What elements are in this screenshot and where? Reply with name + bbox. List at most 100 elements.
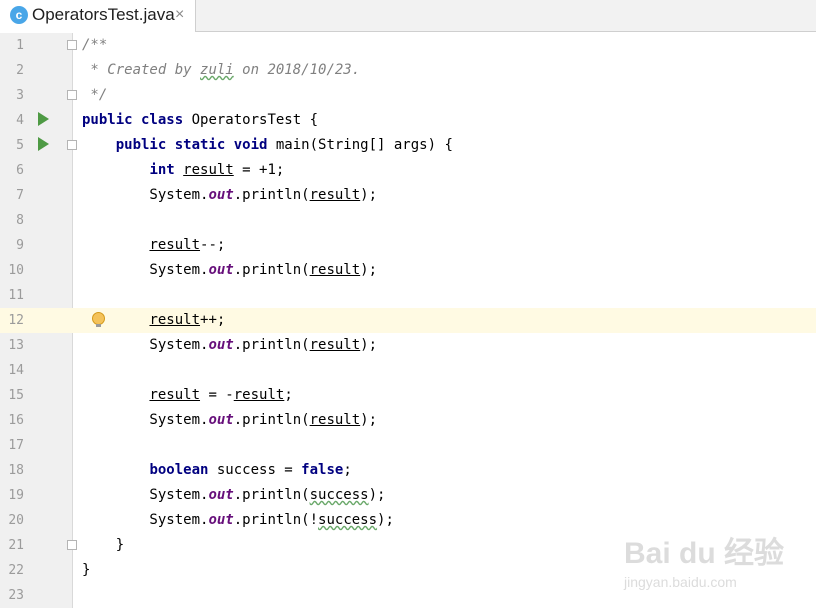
code-text: } (82, 533, 124, 558)
code-token: --; (200, 237, 226, 253)
code-line[interactable]: 9 result--; (0, 233, 816, 258)
code-line[interactable]: 1 /** (0, 33, 816, 58)
code-token: result (309, 187, 361, 203)
code-line[interactable]: 2 * Created by zuli on 2018/10/23. (0, 58, 816, 83)
fold-marker-icon[interactable] (67, 540, 77, 550)
code-text: System.out.println(success); (82, 483, 385, 508)
code-line[interactable]: 6 int result = +1; (0, 158, 816, 183)
code-token: ); (360, 412, 378, 428)
code-line[interactable]: 8 (0, 208, 816, 233)
code-token: public static void (115, 137, 268, 153)
code-token: ; (284, 387, 293, 403)
code-line[interactable]: 13 System.out.println(result); (0, 333, 816, 358)
code-token: result (149, 237, 201, 253)
code-token: out (208, 412, 234, 428)
run-gutter-icon[interactable] (38, 112, 49, 126)
code-token: OperatorsTest { (183, 112, 319, 128)
code-text: System.out.println(result); (82, 408, 377, 433)
tab-operators-test[interactable]: c OperatorsTest.java × (0, 0, 196, 32)
code-line[interactable]: 17 (0, 433, 816, 458)
line-number: 3 (16, 88, 24, 103)
class-icon: c (10, 6, 28, 24)
line-number: 4 (16, 113, 24, 128)
code-line[interactable]: 15 result = -result; (0, 383, 816, 408)
code-token: System. (82, 412, 209, 428)
code-token: int (149, 162, 175, 178)
line-number: 14 (8, 363, 24, 378)
code-token: false (301, 462, 344, 478)
fold-marker-icon[interactable] (67, 40, 77, 50)
code-text: System.out.println(result); (82, 258, 377, 283)
line-number: 21 (8, 538, 24, 553)
code-line[interactable]: 11 (0, 283, 816, 308)
code-token: ); (360, 187, 378, 203)
code-token: out (208, 512, 234, 528)
line-number: 19 (8, 488, 24, 503)
code-token: .println( (233, 187, 310, 203)
line-number: 5 (16, 138, 24, 153)
code-token: on 2018/10/23. (233, 62, 361, 78)
code-token: .println( (233, 262, 310, 278)
code-text: System.out.println(!success); (82, 508, 394, 533)
code-token: main(String[] args) { (267, 137, 453, 153)
code-token: System. (82, 512, 209, 528)
code-token: * Created by (82, 62, 201, 78)
line-number: 15 (8, 388, 24, 403)
editor-tab-bar: c OperatorsTest.java × (0, 0, 816, 32)
code-token: } (82, 562, 91, 578)
code-token: result (233, 387, 285, 403)
code-line[interactable]: 4 public class OperatorsTest { (0, 108, 816, 133)
tab-title: OperatorsTest.java (32, 5, 175, 24)
line-number: 11 (8, 288, 24, 303)
line-number: 18 (8, 463, 24, 478)
run-gutter-icon[interactable] (38, 137, 49, 151)
code-line[interactable]: 7 System.out.println(result); (0, 183, 816, 208)
fold-marker-icon[interactable] (67, 140, 77, 150)
code-text: System.out.println(result); (82, 183, 377, 208)
code-token: public class (82, 112, 184, 128)
code-token: .println( (233, 412, 310, 428)
code-line[interactable]: 14 (0, 358, 816, 383)
code-token: result (309, 412, 361, 428)
code-token: ); (368, 487, 386, 503)
code-text: System.out.println(result); (82, 333, 377, 358)
watermark: Bai du 经验 jingyan.baidu.com (624, 520, 814, 602)
code-line[interactable]: 16 System.out.println(result); (0, 408, 816, 433)
code-token: out (208, 187, 234, 203)
line-number: 7 (16, 188, 24, 203)
line-number: 13 (8, 338, 24, 353)
code-token: ); (377, 512, 394, 528)
fold-marker-icon[interactable] (67, 90, 77, 100)
code-line[interactable]: 10 System.out.println(result); (0, 258, 816, 283)
code-token: boolean (149, 462, 209, 478)
code-token: result (183, 162, 234, 178)
line-number: 16 (8, 413, 24, 428)
code-text: public class OperatorsTest { (82, 108, 318, 133)
code-text: /** (82, 33, 107, 58)
code-token: /** (82, 37, 108, 53)
code-line[interactable]: 3 */ (0, 83, 816, 108)
line-number: 1 (16, 38, 24, 53)
code-token: } (82, 537, 125, 553)
code-line[interactable]: 12 result++; (0, 308, 816, 333)
lightbulb-icon[interactable] (92, 312, 105, 327)
watermark-url: jingyan.baidu.com (624, 574, 737, 590)
code-token: */ (82, 87, 108, 103)
line-number: 23 (8, 588, 24, 603)
code-token: zuli (200, 62, 234, 78)
code-token: result (149, 387, 201, 403)
code-line[interactable]: 19 System.out.println(success); (0, 483, 816, 508)
watermark-logo: Bai du 经验 (624, 537, 785, 570)
line-number: 6 (16, 163, 24, 178)
code-token: out (208, 337, 234, 353)
code-text: * Created by zuli on 2018/10/23. (82, 58, 360, 83)
code-token: = - (200, 387, 234, 403)
code-line[interactable]: 18 boolean success = false; (0, 458, 816, 483)
code-token: System. (82, 487, 209, 503)
close-icon[interactable]: × (175, 6, 184, 24)
line-number: 17 (8, 438, 24, 453)
code-line[interactable]: 5 public static void main(String[] args)… (0, 133, 816, 158)
